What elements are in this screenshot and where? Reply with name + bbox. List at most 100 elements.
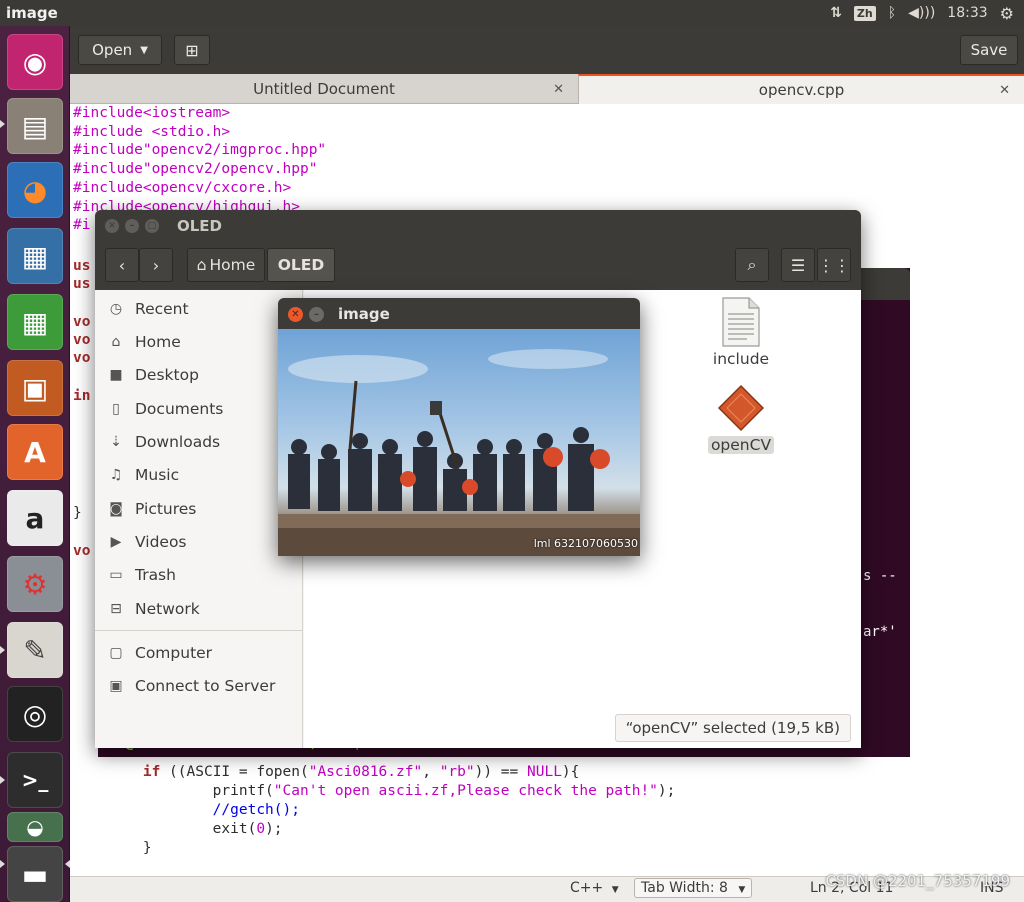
new-tab-button[interactable]: ⊞ — [174, 35, 210, 65]
code-line: #include <stdio.h> — [73, 123, 231, 140]
ubuntu-logo-icon: ◉ — [22, 45, 48, 79]
music-icon: ♫ — [109, 467, 123, 483]
bluetooth-icon[interactable]: ᛒ — [888, 5, 896, 21]
new-document-icon: ⊞ — [185, 40, 199, 60]
file-label: openCV — [707, 436, 775, 454]
sidebar-item-label: Desktop — [135, 366, 199, 384]
minimize-icon[interactable]: – — [309, 307, 324, 322]
close-icon[interactable]: ✕ — [553, 82, 564, 97]
close-icon[interactable]: ✕ — [105, 219, 119, 233]
file-item-include[interactable]: include — [706, 296, 776, 368]
network-icon: ⊟ — [110, 601, 122, 617]
sidebar-item-downloads[interactable]: ⇣ Downloads — [105, 429, 220, 455]
launcher-software-updater[interactable]: ◒ — [7, 812, 63, 842]
grid-view-icon: ⋮⋮ — [818, 255, 850, 275]
sidebar-item-home[interactable]: ⌂ Home — [105, 329, 181, 355]
tab-untitled-document[interactable]: Untitled Document ✕ — [70, 74, 578, 104]
code-fragment: } — [73, 505, 82, 521]
back-button[interactable]: ‹ — [105, 248, 139, 282]
launcher-terminal[interactable]: >_ — [7, 752, 63, 808]
sidebar-item-label: Home — [135, 333, 181, 351]
file-item-opencv[interactable]: openCV — [703, 384, 779, 454]
sidebar-item-computer[interactable]: ▢ Computer — [105, 640, 212, 666]
close-icon[interactable]: ✕ — [999, 83, 1010, 98]
launcher-firefox[interactable]: ◕ — [7, 162, 63, 218]
sidebar-item-music[interactable]: ♫ Music — [105, 462, 179, 488]
launcher-display[interactable]: ▬ — [7, 846, 63, 902]
sidebar-item-trash[interactable]: ▭ Trash — [105, 562, 176, 588]
launcher-ubuntu-dash[interactable]: ◉ — [7, 34, 63, 90]
launcher-amazon[interactable]: a — [7, 490, 63, 546]
file-cabinet-icon: ▤ — [21, 109, 49, 143]
launcher-files[interactable]: ▤ — [7, 98, 63, 154]
sidebar-item-desktop[interactable]: ■ Desktop — [105, 362, 199, 388]
executable-icon — [717, 384, 765, 432]
save-button-label: Save — [970, 41, 1008, 59]
running-indicator — [0, 646, 5, 654]
launcher-impress[interactable]: ▣ — [7, 360, 63, 416]
display-icon: ▬ — [21, 857, 49, 891]
clock[interactable]: 18:33 — [947, 5, 987, 21]
volume-icon[interactable]: ◀))) — [908, 5, 935, 21]
open-button[interactable]: Open ▼ — [78, 35, 162, 65]
list-view-icon: ☰ — [790, 255, 806, 275]
code-line: #i — [73, 217, 91, 234]
sidebar-item-label: Trash — [135, 566, 176, 584]
search-button[interactable]: ⌕ — [735, 248, 769, 282]
sidebar-item-network[interactable]: ⊟ Network — [105, 596, 200, 622]
launcher-settings[interactable]: ⚙ — [7, 556, 63, 612]
maximize-icon[interactable]: □ — [145, 219, 159, 233]
terminal-text: ar*' — [863, 624, 897, 640]
close-icon[interactable]: ✕ — [288, 307, 303, 322]
sidebar-item-label: Recent — [135, 300, 189, 318]
save-button[interactable]: Save — [960, 35, 1018, 65]
chevron-down-icon: ▼ — [140, 44, 148, 56]
code-fragment: vo — [73, 350, 91, 366]
writer-icon: ▦ — [21, 239, 49, 273]
forward-button[interactable]: › — [139, 248, 173, 282]
safe-icon: ◎ — [22, 697, 48, 731]
sidebar-item-label: Network — [135, 600, 200, 618]
input-method-indicator[interactable]: Zh — [853, 5, 876, 21]
launcher-software[interactable]: A — [7, 424, 63, 480]
language-selector[interactable]: C++ ▼ — [570, 880, 619, 896]
sidebar-item-recent[interactable]: ◷ Recent — [105, 296, 189, 322]
network-transfer-icon[interactable]: ⇅ — [830, 5, 842, 21]
grid-view-button[interactable]: ⋮⋮ — [817, 248, 851, 282]
list-view-button[interactable]: ☰ — [781, 248, 815, 282]
active-indicator — [65, 860, 70, 868]
tab-label: opencv.cpp — [758, 81, 845, 99]
tab-width-selector[interactable]: Tab Width: 8 ▼ — [634, 878, 753, 898]
language-label: C++ — [570, 880, 604, 896]
launcher-text-editor[interactable]: ✎ — [7, 622, 63, 678]
folder-icon: ■ — [109, 367, 123, 383]
gear-icon[interactable]: ⚙ — [1000, 4, 1014, 23]
window-title: image — [338, 305, 390, 323]
tab-opencv-cpp[interactable]: opencv.cpp ✕ — [578, 74, 1024, 104]
shopping-bag-icon: A — [24, 435, 46, 469]
code-fragment: us — [73, 258, 91, 274]
launcher-safe[interactable]: ◎ — [7, 686, 63, 742]
sidebar-item-pictures[interactable]: ◙ Pictures — [105, 496, 196, 522]
launcher-calc[interactable]: ▦ — [7, 294, 63, 350]
code-line: #include"opencv2/imgproc.hpp" — [73, 142, 327, 159]
path-current-label: OLED — [277, 256, 325, 274]
presentation-icon: ▣ — [21, 371, 49, 405]
code-fragment: us — [73, 276, 91, 292]
terminal-text: s -- — [863, 568, 897, 584]
minimize-icon[interactable]: – — [125, 219, 139, 233]
sidebar-item-documents[interactable]: ▯ Documents — [105, 396, 223, 422]
sidebar-item-connect-to-server[interactable]: ▣ Connect to Server — [105, 673, 275, 699]
chevron-right-icon: › — [152, 255, 160, 275]
launcher-writer[interactable]: ▦ — [7, 228, 63, 284]
sidebar-item-label: Downloads — [135, 433, 221, 451]
path-home-button[interactable]: ⌂ Home — [187, 248, 265, 282]
sidebar-item-videos[interactable]: ▶ Videos — [105, 529, 187, 555]
code-fragment: in — [73, 388, 91, 404]
image-viewer-window: ✕ – image lml 632107060530 — [278, 298, 640, 556]
path-current-button[interactable]: OLED — [267, 248, 335, 282]
settings-icon: ⚙ — [22, 567, 48, 601]
text-editor-icon: ✎ — [23, 633, 47, 667]
computer-icon: ▢ — [109, 645, 123, 661]
sidebar-item-label: Videos — [135, 533, 187, 551]
